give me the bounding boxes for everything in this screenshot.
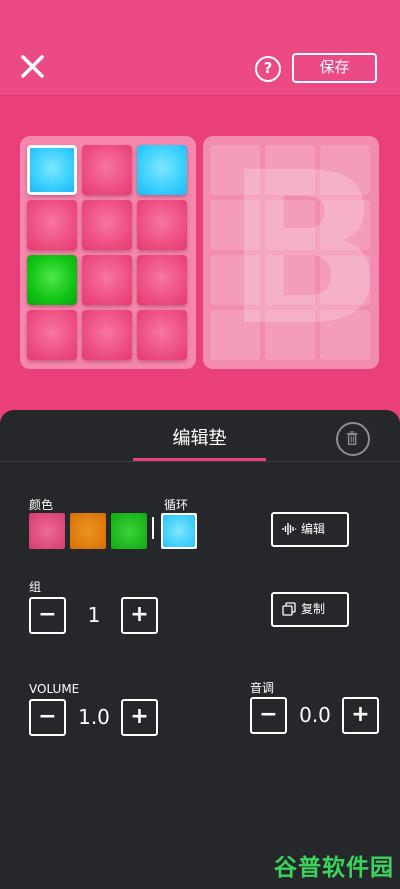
pad-grid-b (210, 145, 370, 360)
group-value: 1 (87, 603, 101, 627)
close-icon[interactable] (18, 52, 48, 82)
group-plus-button[interactable]: + (121, 597, 158, 634)
ghost-pad (265, 310, 315, 360)
title-underline (133, 458, 266, 461)
ghost-pad (320, 145, 370, 195)
pad-7[interactable] (27, 255, 77, 305)
pitch-minus-button[interactable]: − (250, 697, 287, 734)
watermark: 谷普软件园 (274, 855, 394, 881)
color-swatch-pink[interactable] (29, 513, 65, 549)
pad-8[interactable] (82, 255, 132, 305)
pitch-value: 0.0 (299, 703, 331, 727)
trash-icon[interactable] (336, 422, 370, 456)
pad-6[interactable] (137, 200, 187, 250)
pad-bank-b[interactable]: B (203, 136, 385, 369)
copy-icon (282, 602, 296, 616)
pad-3[interactable] (137, 145, 187, 195)
pad-2[interactable] (82, 145, 132, 195)
copy-button-label: 复制 (301, 602, 326, 616)
help-icon[interactable]: ? (255, 56, 281, 82)
pad-9[interactable] (137, 255, 187, 305)
pad-bank-a (20, 136, 196, 369)
pad-12[interactable] (137, 310, 187, 360)
edit-button[interactable]: 编辑 (271, 512, 349, 547)
volume-label: VOLUME (29, 682, 80, 696)
save-button[interactable]: 保存 (292, 53, 377, 83)
ghost-pad (320, 310, 370, 360)
pad-grid-a (27, 145, 187, 360)
color-divider (152, 517, 154, 539)
panel-title: 编辑垫 (172, 428, 227, 449)
volume-minus-button[interactable]: − (29, 699, 66, 736)
color-label: 颜色 (29, 498, 54, 512)
pad-10[interactable] (27, 310, 77, 360)
group-minus-button[interactable]: − (29, 597, 66, 634)
waveform-icon (282, 523, 297, 535)
ghost-pad (265, 255, 315, 305)
edit-pad-panel: 编辑垫 (0, 410, 400, 889)
ghost-pad (210, 145, 260, 195)
color-swatch-cyan-selected[interactable] (161, 513, 197, 549)
top-bar: ? 保存 (0, 0, 400, 96)
loop-label: 循环 (164, 498, 189, 512)
panel-header: 编辑垫 (0, 410, 400, 462)
ghost-pad (210, 200, 260, 250)
cyan-swatch-fill (163, 515, 195, 547)
pitch-label: 音调 (250, 681, 275, 695)
edit-button-label: 编辑 (301, 522, 326, 536)
copy-button[interactable]: 复制 (271, 592, 349, 627)
color-swatch-green[interactable] (111, 513, 147, 549)
volume-value: 1.0 (78, 705, 110, 729)
pitch-plus-button[interactable]: + (342, 697, 379, 734)
pad-4[interactable] (27, 200, 77, 250)
pad-1[interactable] (27, 145, 77, 195)
color-swatch-orange[interactable] (70, 513, 106, 549)
group-label: 组 (29, 580, 42, 594)
ghost-pad (210, 310, 260, 360)
ghost-pad (210, 255, 260, 305)
ghost-pad (265, 145, 315, 195)
ghost-pad (265, 200, 315, 250)
pad-11[interactable] (82, 310, 132, 360)
volume-plus-button[interactable]: + (121, 699, 158, 736)
ghost-pad (320, 200, 370, 250)
ghost-pad (320, 255, 370, 305)
pad-5[interactable] (82, 200, 132, 250)
